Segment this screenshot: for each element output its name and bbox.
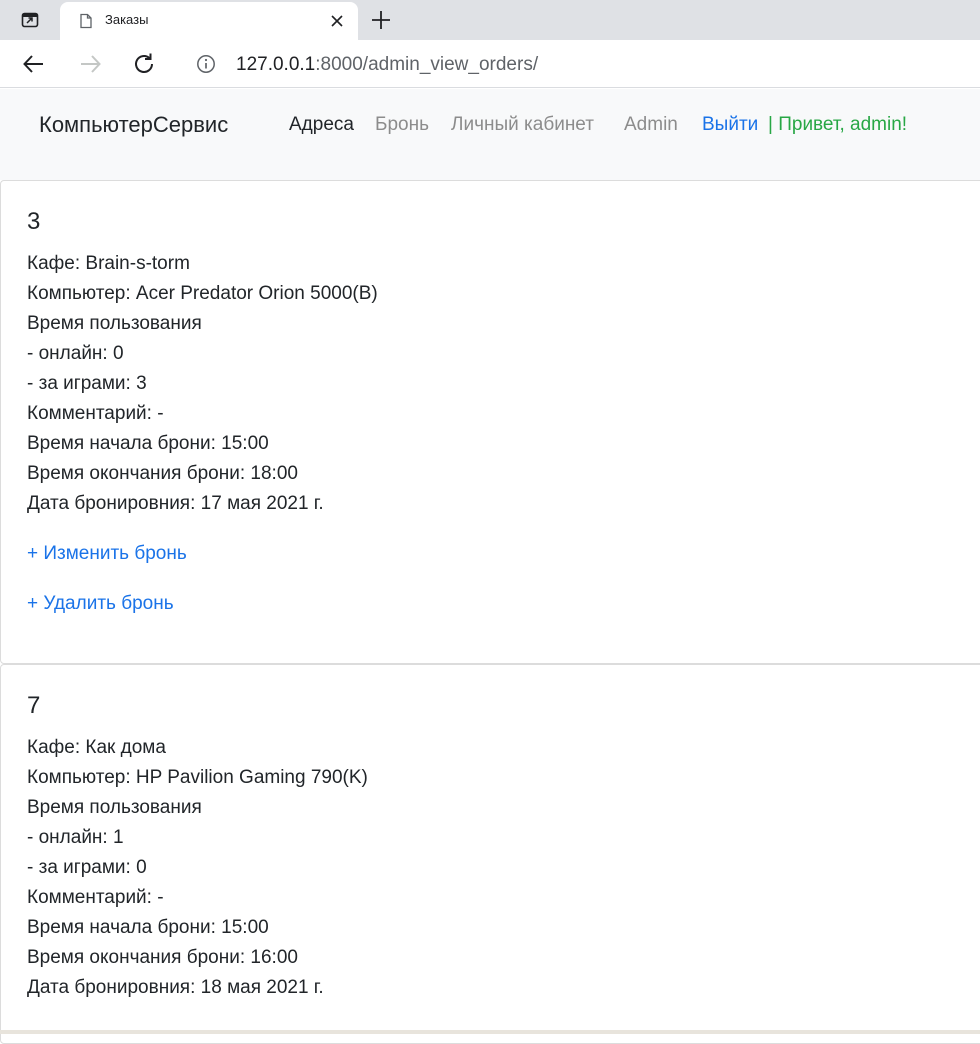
order-comment: Комментарий: - [27, 887, 164, 908]
order-online: - онлайн: 1 [27, 827, 124, 848]
order-usage-header: Время пользования [27, 797, 202, 818]
order-cafe: Кафе: Как дома [27, 737, 166, 758]
order-start-time: Время начала брони: 15:00 [27, 433, 269, 454]
tab-actions-icon[interactable] [6, 4, 54, 36]
url-path: :8000/admin_view_orders/ [315, 54, 539, 75]
order-card: 3 Кафе: Brain-s-torm Компьютер: Acer Pre… [0, 180, 980, 664]
back-arrow-icon[interactable] [20, 50, 48, 78]
url-host: 127.0.0.1 [236, 54, 316, 75]
nav-link-admin[interactable]: Admin [624, 114, 678, 136]
forward-arrow-icon[interactable] [76, 50, 104, 78]
order-computer: Компьютер: Acer Predator Orion 5000(B) [27, 283, 378, 304]
logout-link[interactable]: Выйти [702, 114, 758, 136]
window-bottom-edge [0, 1030, 980, 1034]
order-cafe: Кафе: Brain-s-torm [27, 253, 190, 274]
order-online: - онлайн: 0 [27, 343, 124, 364]
order-card: 7 Кафе: Как дома Компьютер: HP Pavilion … [0, 664, 980, 1044]
url-text[interactable]: 127.0.0.1:8000/admin_view_orders/ [236, 54, 538, 76]
brand-logo[interactable]: КомпьютерСервис [39, 112, 228, 138]
nav-link-account[interactable]: Личный кабинет [451, 114, 594, 136]
order-comment: Комментарий: - [27, 403, 164, 424]
active-tab[interactable]: Заказы [60, 2, 358, 40]
order-usage-header: Время пользования [27, 313, 202, 334]
order-games: - за играми: 0 [27, 857, 147, 878]
order-computer: Компьютер: HP Pavilion Gaming 790(K) [27, 767, 368, 788]
order-date: Дата бронировния: 18 мая 2021 г. [27, 977, 324, 998]
close-icon[interactable] [328, 12, 346, 30]
order-id: 3 [27, 208, 41, 235]
order-date: Дата бронировния: 17 мая 2021 г. [27, 493, 324, 514]
info-icon[interactable] [196, 54, 216, 74]
page-icon [80, 13, 92, 29]
site-navbar: КомпьютерСервис Адреса Бронь Личный каби… [0, 89, 980, 180]
order-end-time: Время окончания брони: 16:00 [27, 947, 298, 968]
order-games: - за играми: 3 [27, 373, 147, 394]
edit-booking-link[interactable]: + Изменить бронь [27, 543, 187, 565]
address-bar[interactable]: 127.0.0.1:8000/admin_view_orders/ [180, 44, 980, 84]
new-tab-icon[interactable] [368, 7, 394, 33]
order-start-time: Время начала брони: 15:00 [27, 917, 269, 938]
nav-link-addresses[interactable]: Адреса [289, 114, 354, 136]
reload-icon[interactable] [130, 50, 158, 78]
nav-link-booking[interactable]: Бронь [375, 114, 429, 136]
greeting-text: | Привет, admin! [768, 114, 908, 135]
order-end-time: Время окончания брони: 18:00 [27, 463, 298, 484]
order-id: 7 [27, 692, 41, 719]
tab-title: Заказы [105, 12, 149, 27]
browser-tabstrip: Заказы [0, 0, 980, 40]
delete-booking-link[interactable]: + Удалить бронь [27, 593, 174, 615]
browser-toolbar: 127.0.0.1:8000/admin_view_orders/ [0, 40, 980, 88]
